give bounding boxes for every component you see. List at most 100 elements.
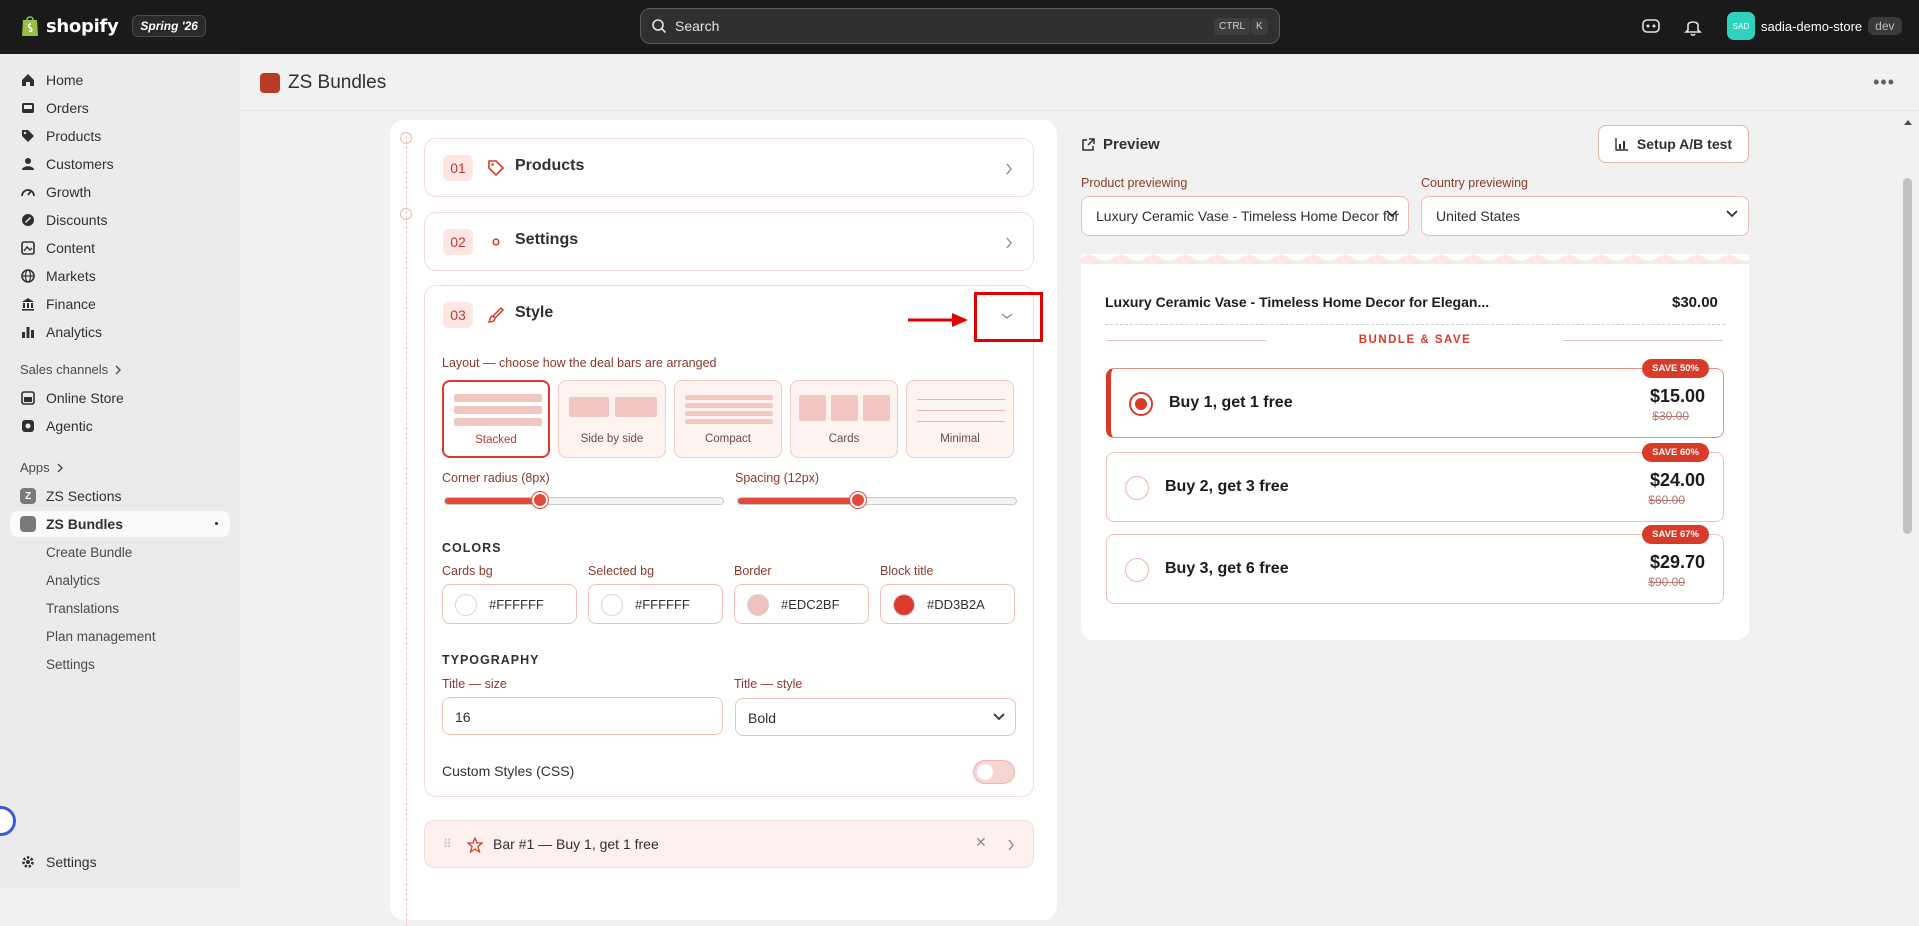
- deal-radio[interactable]: [1125, 558, 1149, 582]
- sidebar-item-markets[interactable]: Markets: [10, 263, 230, 289]
- sidebar-subitem-settings[interactable]: Settings: [10, 651, 230, 677]
- more-actions-icon[interactable]: •••: [1873, 72, 1895, 93]
- sidebar-item-content[interactable]: Content: [10, 235, 230, 261]
- brush-icon: [487, 306, 505, 323]
- layout-option-compact[interactable]: Compact: [674, 380, 782, 458]
- color-field-border[interactable]: #EDC2BF: [734, 584, 869, 624]
- sidebar-item-orders[interactable]: Orders: [10, 95, 230, 121]
- sidebar-item-customers[interactable]: Customers: [10, 151, 230, 177]
- bundle-heading-line: [1563, 340, 1723, 341]
- deal-radio[interactable]: [1129, 392, 1153, 416]
- shopify-logo[interactable]: shopify Spring '26: [20, 14, 206, 38]
- page-scrollbar[interactable]: [1901, 114, 1914, 888]
- bell-icon[interactable]: [1682, 15, 1704, 37]
- corner-radius-slider[interactable]: [444, 492, 724, 508]
- chevron-down-icon: [1726, 210, 1738, 218]
- color-swatch[interactable]: [601, 594, 623, 616]
- sidebar-item-agentic[interactable]: Agentic: [10, 413, 230, 439]
- layout-option-stacked[interactable]: Stacked: [442, 380, 550, 458]
- timeline-line: [406, 136, 407, 926]
- step-card-products[interactable]: 01 Products: [424, 138, 1034, 197]
- home-icon: [22, 74, 34, 86]
- colors-heading: COLORS: [442, 541, 502, 555]
- product-previewing-select[interactable]: Luxury Ceramic Vase - Timeless Home Deco…: [1081, 196, 1409, 236]
- chart-icon: [22, 327, 34, 338]
- title-size-input[interactable]: 16: [442, 697, 723, 735]
- edition-badge: Spring '26: [132, 15, 206, 37]
- search-placeholder: Search: [675, 18, 720, 34]
- deal-title: Buy 1, get 1 free: [1169, 394, 1293, 411]
- sidebar-item-growth[interactable]: Growth: [10, 179, 230, 205]
- title-style-select[interactable]: Bold: [735, 698, 1016, 736]
- scroll-up-arrow-icon[interactable]: [1903, 118, 1913, 126]
- dev-badge: dev: [1868, 17, 1902, 35]
- layout-option-minimal[interactable]: Minimal: [906, 380, 1014, 458]
- sidebar-item-online-store[interactable]: Online Store: [10, 385, 230, 411]
- layout-option-side-by-side[interactable]: Side by side: [558, 380, 666, 458]
- color-swatch[interactable]: [747, 594, 769, 616]
- deal-bar-1-row[interactable]: ⠿ Bar #1 — Buy 1, get 1 free ✕: [424, 820, 1034, 868]
- sidebar-subitem-analytics[interactable]: Analytics: [10, 567, 230, 593]
- spacing-slider[interactable]: [737, 492, 1017, 508]
- sidebar-item-zs-bundles[interactable]: ZS Bundles: [10, 511, 230, 537]
- sidebar-subitem-create-bundle[interactable]: Create Bundle: [10, 539, 230, 565]
- step-card-settings[interactable]: 02 Settings: [424, 212, 1034, 271]
- sidebar-item-zs-sections[interactable]: Z ZS Sections: [10, 483, 230, 509]
- deal-option[interactable]: Buy 1, get 1 free $15.00 $30.00 SAVE 50%: [1106, 359, 1724, 438]
- color-field-selected-bg[interactable]: #FFFFFF: [588, 584, 723, 624]
- sidebar-subitem-translations[interactable]: Translations: [10, 595, 230, 621]
- content-icon: [21, 241, 35, 255]
- color-hex-value: #FFFFFF: [489, 597, 544, 612]
- chevron-right-icon[interactable]: [1005, 163, 1013, 175]
- layout-preview-bar: [863, 395, 890, 421]
- country-previewing-select[interactable]: United States: [1421, 196, 1749, 236]
- setup-ab-test-button[interactable]: Setup A/B test: [1598, 125, 1749, 163]
- sidebar-item-products[interactable]: Products: [10, 123, 230, 149]
- color-field-block-title[interactable]: #DD3B2A: [880, 584, 1015, 624]
- sidebar: Home Orders Products Customers Growth Di…: [0, 54, 240, 888]
- color-swatch[interactable]: [455, 594, 477, 616]
- sidebar-item-settings[interactable]: Settings: [10, 849, 230, 875]
- tag-icon: [488, 160, 505, 177]
- chevron-right-icon[interactable]: [1005, 237, 1013, 249]
- color-swatch[interactable]: [893, 594, 915, 616]
- layout-label: Layout — choose how the deal bars are ar…: [442, 356, 717, 370]
- layout-preview-bar: [799, 395, 826, 421]
- color-field-cards-bg[interactable]: #FFFFFF: [442, 584, 577, 624]
- scrollbar-thumb[interactable]: [1903, 178, 1912, 534]
- slider-handle[interactable]: [531, 492, 548, 508]
- custom-css-toggle[interactable]: [973, 760, 1015, 784]
- layout-preview-bar: [917, 421, 1005, 422]
- deal-save-badge: SAVE 67%: [1642, 525, 1709, 544]
- drag-handle-icon[interactable]: ⠿: [443, 837, 452, 851]
- sidebar-item-analytics[interactable]: Analytics: [10, 319, 230, 345]
- layout-option-cards[interactable]: Cards: [790, 380, 898, 458]
- deal-option[interactable]: Buy 2, get 3 free $24.00 $60.00 SAVE 60%: [1106, 443, 1724, 522]
- store-name: sadia-demo-store: [1761, 18, 1863, 34]
- sidebar-item-home[interactable]: Home: [10, 67, 230, 93]
- chevron-right-icon[interactable]: [1007, 839, 1015, 851]
- deal-option[interactable]: Buy 3, get 6 free $29.70 $90.00 SAVE 67%: [1106, 525, 1724, 604]
- title-style-value: Bold: [748, 710, 777, 726]
- sidekick-icon[interactable]: [1640, 15, 1662, 37]
- preview-product-name: Luxury Ceramic Vase - Timeless Home Deco…: [1105, 294, 1490, 310]
- pin-dot-icon[interactable]: [215, 522, 218, 525]
- close-icon[interactable]: ✕: [975, 834, 987, 851]
- layout-preview-bar: [917, 399, 1005, 400]
- sales-channels-heading[interactable]: Sales channels: [20, 362, 122, 377]
- apps-heading[interactable]: Apps: [20, 460, 64, 475]
- custom-css-label: Custom Styles (CSS): [442, 763, 575, 779]
- search-bar[interactable]: Search CTRL K: [640, 8, 1280, 44]
- sidebar-subitem-plan-management[interactable]: Plan management: [10, 623, 230, 649]
- sidebar-item-finance[interactable]: Finance: [10, 291, 230, 317]
- layout-preview-bar: [454, 406, 542, 414]
- deal-radio[interactable]: [1125, 476, 1149, 500]
- slider-fill: [445, 498, 540, 504]
- annotation-arrow-icon: [908, 313, 968, 327]
- chevron-right-icon: [115, 365, 122, 374]
- slider-handle[interactable]: [849, 492, 866, 508]
- header-divider: [240, 110, 1919, 111]
- deal-bar-title: Bar #1 — Buy 1, get 1 free: [493, 836, 659, 852]
- store-menu[interactable]: SAD sadia-demo-store dev: [1727, 12, 1902, 40]
- sidebar-item-discounts[interactable]: Discounts: [10, 207, 230, 233]
